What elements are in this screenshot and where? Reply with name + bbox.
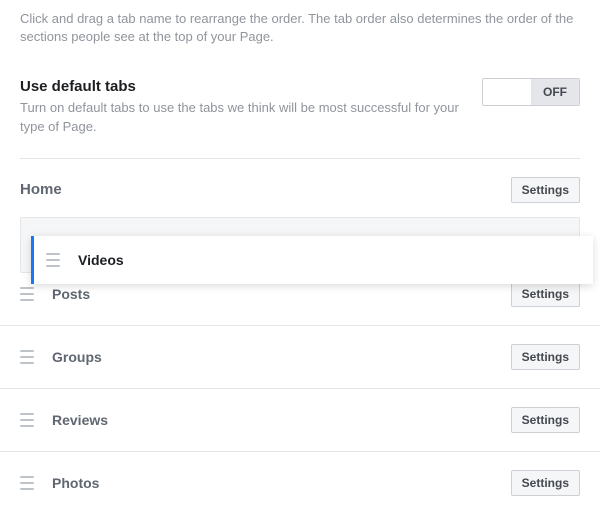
tab-settings-button[interactable]: Settings [511, 470, 580, 496]
toggle-off-half: OFF [531, 79, 579, 105]
drag-handle-icon[interactable] [20, 350, 34, 364]
drag-placeholder: Videos [20, 217, 580, 273]
home-row: Home Settings [0, 159, 600, 217]
tab-row-photos[interactable]: Photos Settings [0, 452, 600, 514]
default-tabs-description: Turn on default tabs to use the tabs we … [20, 99, 462, 135]
home-label: Home [20, 181, 62, 198]
tab-label: Posts [52, 286, 511, 302]
tab-label: Photos [52, 475, 511, 491]
dragging-tab-label: Videos [78, 252, 593, 268]
drag-handle-icon[interactable] [20, 287, 34, 301]
default-tabs-toggle[interactable]: OFF [482, 78, 580, 106]
drag-handle-icon[interactable] [20, 476, 34, 490]
tab-row-reviews[interactable]: Reviews Settings [0, 389, 600, 452]
toggle-on-half [483, 79, 531, 105]
home-settings-button[interactable]: Settings [511, 177, 580, 203]
tab-label: Groups [52, 349, 511, 365]
drag-handle-icon[interactable] [46, 253, 60, 267]
dragging-tab-videos[interactable]: Videos [31, 236, 593, 284]
instructions-text: Click and drag a tab name to rearrange t… [0, 0, 600, 64]
tab-settings-button[interactable]: Settings [511, 281, 580, 307]
tab-settings-button[interactable]: Settings [511, 407, 580, 433]
tabs-list: Posts Settings Groups Settings Reviews S… [0, 273, 600, 514]
tab-settings-button[interactable]: Settings [511, 344, 580, 370]
default-tabs-title: Use default tabs [20, 78, 462, 95]
drag-handle-icon[interactable] [20, 413, 34, 427]
tab-label: Reviews [52, 412, 511, 428]
default-tabs-section: Use default tabs Turn on default tabs to… [0, 64, 600, 157]
tab-row-groups[interactable]: Groups Settings [0, 326, 600, 389]
